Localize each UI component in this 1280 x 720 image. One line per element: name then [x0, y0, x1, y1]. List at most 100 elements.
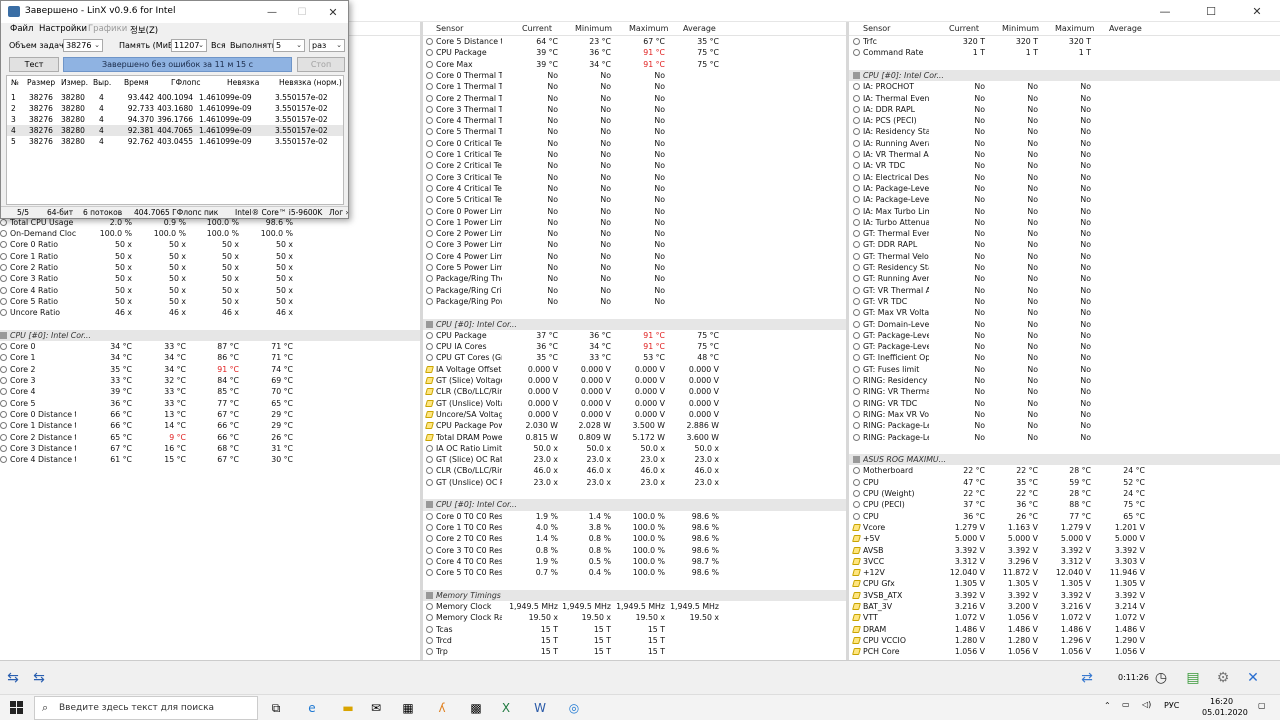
- sensor-row[interactable]: GT: Domain-Level P... No No No: [849, 319, 1280, 330]
- intel-icon[interactable]: ◎: [564, 699, 584, 717]
- tray-date[interactable]: 05.01.2020: [1202, 708, 1248, 717]
- minimize-button[interactable]: —: [1142, 0, 1188, 22]
- column-header-current[interactable]: Current: [522, 24, 552, 33]
- sensor-row[interactable]: GT (Unslice) Voltag... 0.000 V 0.000 V 0.00…: [423, 398, 846, 409]
- sensor-row[interactable]: Core 1 Ratio 50 x 50 x 50 x 50 x: [0, 251, 420, 262]
- report-icon[interactable]: ▤: [1182, 669, 1204, 687]
- linx-minimize-button[interactable]: —: [257, 1, 287, 23]
- col-time[interactable]: Время: [124, 78, 149, 87]
- col-residual[interactable]: Невязка: [227, 78, 259, 87]
- sensor-row[interactable]: Core 3 33 °C 32 °C 84 °C 69 °C: [0, 375, 420, 386]
- all-memory-label[interactable]: Вся: [211, 41, 226, 50]
- sensor-row[interactable]: Core 3 Ratio 50 x 50 x 50 x 50 x: [0, 273, 420, 284]
- sensor-row[interactable]: CPU (Weight) 22 °C 22 °C 28 °C 24 °C: [849, 488, 1280, 499]
- sensor-row[interactable]: RING: Residency St... No No No: [849, 375, 1280, 386]
- column-header-minimum[interactable]: Minimum: [575, 24, 612, 33]
- sensor-row[interactable]: CPU IA Cores 36 °C 34 °C 91 °C 75 °C: [423, 341, 846, 352]
- sensor-row[interactable]: CPU GT Cores (Gra... 35 °C 33 °C 53 °C 48 °C: [423, 352, 846, 363]
- col-align[interactable]: Выр.: [93, 78, 111, 87]
- sensor-row[interactable]: RING: Package-Lev... No No No: [849, 420, 1280, 431]
- sensor-row[interactable]: Core 2 Power Limit ... No No No: [423, 228, 846, 239]
- tray-time[interactable]: 16:20: [1210, 697, 1233, 706]
- linx-window[interactable]: Завершено - LinX v0.9.6 for Intel — ☐ ✕ …: [0, 0, 349, 219]
- sensor-row[interactable]: GT (Slice) OC Ratio ... 23.0 x 23.0 x 23.0 …: [423, 454, 846, 465]
- sensor-row[interactable]: GT: Residency Stat... No No No: [849, 262, 1280, 273]
- sensor-row[interactable]: Core 0 Power Limit ... No No No: [423, 206, 846, 217]
- clock-icon[interactable]: ◷: [1150, 669, 1172, 687]
- sensor-row[interactable]: IA: Max Turbo Limit No No No: [849, 206, 1280, 217]
- col-number[interactable]: №: [11, 78, 19, 87]
- folder-icon[interactable]: ▬: [338, 699, 358, 717]
- sensor-row[interactable]: Core 4 T0 C0 Resid... 1.9 % 0.5 % 100.0 % 98…: [423, 556, 846, 567]
- hwinfo-task-icon[interactable]: ▦: [398, 699, 418, 717]
- sensor-row[interactable]: GT: Package-Level ... No No No: [849, 341, 1280, 352]
- sensor-row[interactable]: Motherboard 22 °C 22 °C 28 °C 24 °C: [849, 465, 1280, 476]
- sensor-row[interactable]: GT (Slice) Voltage O... 0.000 V 0.000 V 0.0…: [423, 375, 846, 386]
- sensor-row[interactable]: CPU 47 °C 35 °C 59 °C 52 °C: [849, 477, 1280, 488]
- sensor-row[interactable]: Core 0 T0 C0 Resid... 1.9 % 1.4 % 100.0 % 98…: [423, 511, 846, 522]
- column-header-current[interactable]: Current: [949, 24, 979, 33]
- sensor-row[interactable]: CLR (CBo/LLC/Ring)... 46.0 x 46.0 x 46.0 x 4…: [423, 465, 846, 476]
- sensor-row[interactable]: Core 4 Power Limit ... No No No: [423, 251, 846, 262]
- sensor-row[interactable]: AVSB 3.392 V 3.392 V 3.392 V 3.392 V: [849, 545, 1280, 556]
- sensor-row[interactable]: IA: VR Thermal Alert No No No: [849, 149, 1280, 160]
- sensor-row[interactable]: PCH Core 1.056 V 1.056 V 1.056 V 1.056 V: [849, 646, 1280, 657]
- close-icon[interactable]: ✕: [1242, 669, 1264, 687]
- test-button[interactable]: Тест: [9, 57, 59, 72]
- input-language[interactable]: РУС: [1164, 701, 1179, 710]
- mail-icon[interactable]: ✉: [366, 699, 386, 717]
- sensor-row[interactable]: Core 3 Distance to ... 67 °C 16 °C 68 °C 31 …: [0, 443, 420, 454]
- sensor-row[interactable]: RING: Package-Lev... No No No: [849, 432, 1280, 443]
- sensor-row[interactable]: BAT_3V 3.216 V 3.200 V 3.216 V 3.214 V: [849, 601, 1280, 612]
- menu-file[interactable]: Файл: [10, 24, 33, 34]
- sensor-row[interactable]: IA: PROCHOT No No No: [849, 81, 1280, 92]
- sensor-row[interactable]: CPU Package 39 °C 36 °C 91 °C 75 °C: [423, 47, 846, 58]
- sensor-row[interactable]: Memory Clock 1,949.5 MHz 1,949.5 MHz 1,949.…: [423, 601, 846, 612]
- edge-icon[interactable]: e: [302, 699, 322, 717]
- sensor-panel-middle[interactable]: Sensor Current Minimum Maximum Average Core 5…: [423, 22, 846, 660]
- sensor-row[interactable]: Core 2 Distance to ... 65 °C 9 °C 66 °C 26 °…: [0, 432, 420, 443]
- sensor-row[interactable]: Core 2 Ratio 50 x 50 x 50 x 50 x: [0, 262, 420, 273]
- sensor-row[interactable]: Trp 15 T 15 T 15 T: [423, 646, 846, 657]
- sensor-row[interactable]: CPU Package Power 2.030 W 2.028 W 3.500 W 2.…: [423, 420, 846, 431]
- sensor-row[interactable]: GT: VR Thermal Alert No No No: [849, 285, 1280, 296]
- sensor-row[interactable]: Core 3 T0 C0 Resid... 0.8 % 0.8 % 100.0 % 98…: [423, 545, 846, 556]
- calculator-icon[interactable]: ▩: [466, 699, 486, 717]
- sensor-row[interactable]: RING: Max VR Volta... No No No: [849, 409, 1280, 420]
- sensor-row[interactable]: IA OC Ratio Limit 50.0 x 50.0 x 50.0 x 50.0 …: [423, 443, 846, 454]
- sensor-row[interactable]: IA: VR TDC No No No: [849, 160, 1280, 171]
- table-row[interactable]: 1 38276 38280 4 93.442 400.1094 1.461099e-09 3.…: [7, 92, 343, 103]
- taskbar-search[interactable]: ⌕ Введите здесь текст для поиска: [34, 696, 258, 720]
- sensor-row[interactable]: IA: Electrical Design... No No No: [849, 172, 1280, 183]
- sensor-row[interactable]: CLR (CBo/LLC/Ring)... 0.000 V 0.000 V 0.000…: [423, 386, 846, 397]
- sensor-panel-right[interactable]: Sensor Current Minimum Maximum Average Trfc 32…: [849, 22, 1280, 660]
- arrows-lr-icon[interactable]: ⇆: [28, 669, 50, 687]
- sensor-row[interactable]: Core 1 Thermal Thr... No No No: [423, 81, 846, 92]
- sensor-row[interactable]: Core 4 Distance to ... 61 °C 15 °C 67 °C 30 …: [0, 454, 420, 465]
- sensor-row[interactable]: CPU Package 37 °C 36 °C 91 °C 75 °C: [423, 330, 846, 341]
- sensor-row[interactable]: Core 2 Thermal Thr... No No No: [423, 93, 846, 104]
- table-row[interactable]: 5 38276 38280 4 92.762 403.0455 1.461099e-09 3.…: [7, 136, 343, 147]
- sensor-row[interactable]: Command Rate 1 T 1 T 1 T: [849, 47, 1280, 58]
- column-header-sensor[interactable]: Sensor: [863, 24, 890, 33]
- results-table[interactable]: № Размер Измер. Выр. Время ГФлопс Невязка Невяз…: [6, 75, 344, 205]
- sensor-row[interactable]: IA: PCS (PECI) No No No: [849, 115, 1280, 126]
- task-size-combo[interactable]: 38276 ⌄: [63, 39, 103, 52]
- column-header-average[interactable]: Average: [1109, 24, 1142, 33]
- col-gflops[interactable]: ГФлопс: [171, 78, 200, 87]
- sensor-row[interactable]: GT: Max VR Voltage... No No No: [849, 307, 1280, 318]
- sensor-row[interactable]: GT: Thermal Event No No No: [849, 228, 1280, 239]
- sensor-row[interactable]: DRAM 1.486 V 1.486 V 1.486 V 1.486 V: [849, 624, 1280, 635]
- start-button[interactable]: [0, 695, 34, 720]
- sensor-row[interactable]: On-Demand Clock ... 100.0 % 100.0 % 100.0 %…: [0, 228, 420, 239]
- runs-combo[interactable]: 5 ⌄: [273, 39, 305, 52]
- sensor-row[interactable]: Total DRAM Power 0.815 W 0.809 W 5.172 W 3.6…: [423, 432, 846, 443]
- runs-unit-combo[interactable]: раз ⌄: [309, 39, 345, 52]
- sensor-row[interactable]: Core 5 Critical Tem... No No No: [423, 194, 846, 205]
- sensor-row[interactable]: Core 3 Critical Tem... No No No: [423, 172, 846, 183]
- sensor-row[interactable]: Memory Clock Ratio 19.50 x 19.50 x 19.50 x 1…: [423, 612, 846, 623]
- linx-close-button[interactable]: ✕: [317, 1, 349, 23]
- sensor-row[interactable]: Core 1 Critical Tem... No No No: [423, 149, 846, 160]
- sensor-row[interactable]: IA: Turbo Attenuati... No No No: [849, 217, 1280, 228]
- table-row[interactable]: 2 38276 38280 4 92.733 403.1680 1.461099e-09 3.…: [7, 103, 343, 114]
